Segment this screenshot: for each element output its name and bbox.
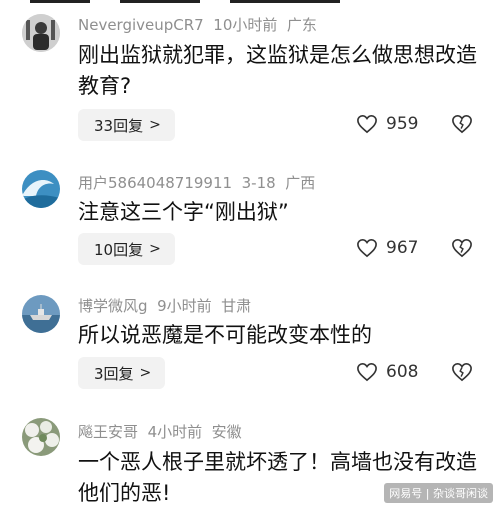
chevron-right-icon: >: [139, 365, 152, 381]
comment-time: 9小时前: [157, 297, 212, 315]
comment-location: 广西: [285, 174, 316, 192]
avatar[interactable]: [22, 295, 60, 333]
chevron-right-icon: >: [149, 241, 161, 257]
comment-meta: 博学微风g 9小时前 甘肃: [78, 295, 251, 316]
username[interactable]: 博学微风g: [78, 297, 148, 315]
username[interactable]: NevergiveupCR7: [78, 16, 204, 34]
dislike-button[interactable]: [451, 114, 473, 138]
broken-heart-icon: [452, 362, 472, 382]
watermark: 网易号 | 杂谈哥闲谈: [384, 483, 493, 503]
avatar[interactable]: [22, 170, 60, 208]
heart-icon: [357, 238, 377, 258]
heart-icon: [357, 362, 377, 382]
clipped-text-fragment: [30, 0, 90, 3]
like-count: 608: [386, 362, 419, 382]
clipped-text-fragment: [230, 0, 340, 3]
chevron-right-icon: >: [149, 117, 161, 133]
like-button[interactable]: 959: [356, 114, 418, 134]
avatar[interactable]: [22, 14, 60, 52]
comment-time: 4小时前: [147, 423, 203, 441]
username[interactable]: 飚王安哥: [78, 423, 138, 441]
replies-count: 10回复: [94, 240, 144, 259]
avatar[interactable]: [22, 418, 60, 456]
comment-time: 10小时前: [213, 16, 278, 34]
replies-button[interactable]: 3回复 >: [78, 357, 166, 389]
replies-count: 33回复: [94, 116, 144, 135]
replies-count: 3回复: [94, 364, 134, 383]
heart-icon: [357, 114, 377, 134]
comment-text: 所以说恶魔是不可能改变本性的: [78, 323, 372, 347]
comment-meta: 用户5864048719911 3-18 广西: [78, 172, 315, 193]
like-count: 959: [386, 114, 419, 134]
comment-location: 安徽: [211, 423, 242, 441]
broken-heart-icon: [452, 114, 472, 134]
like-count: 967: [386, 238, 419, 258]
replies-button[interactable]: 33回复 >: [78, 109, 175, 141]
comment-text: 刚出监狱就犯罪，这监狱是怎么做思想改造教育?: [78, 43, 477, 98]
clipped-previous-comment: [0, 0, 499, 8]
username[interactable]: 用户5864048719911: [78, 174, 232, 192]
broken-heart-icon: [452, 238, 472, 258]
comment-location: 广东: [286, 16, 317, 34]
dislike-button[interactable]: [451, 238, 473, 262]
comment-meta: 飚王安哥 4小时前 安徽: [78, 421, 242, 442]
comment-time: 3-18: [241, 174, 276, 192]
clipped-text-fragment: [120, 0, 200, 3]
like-button[interactable]: 967: [356, 238, 418, 258]
comment-location: 甘肃: [221, 297, 252, 315]
comment-text: 注意这三个字“刚出狱”: [78, 200, 289, 224]
like-button[interactable]: 608: [356, 362, 418, 382]
replies-button[interactable]: 10回复 >: [78, 233, 175, 265]
dislike-button[interactable]: [451, 362, 473, 386]
comment-meta: NevergiveupCR7 10小时前 广东: [78, 14, 317, 35]
